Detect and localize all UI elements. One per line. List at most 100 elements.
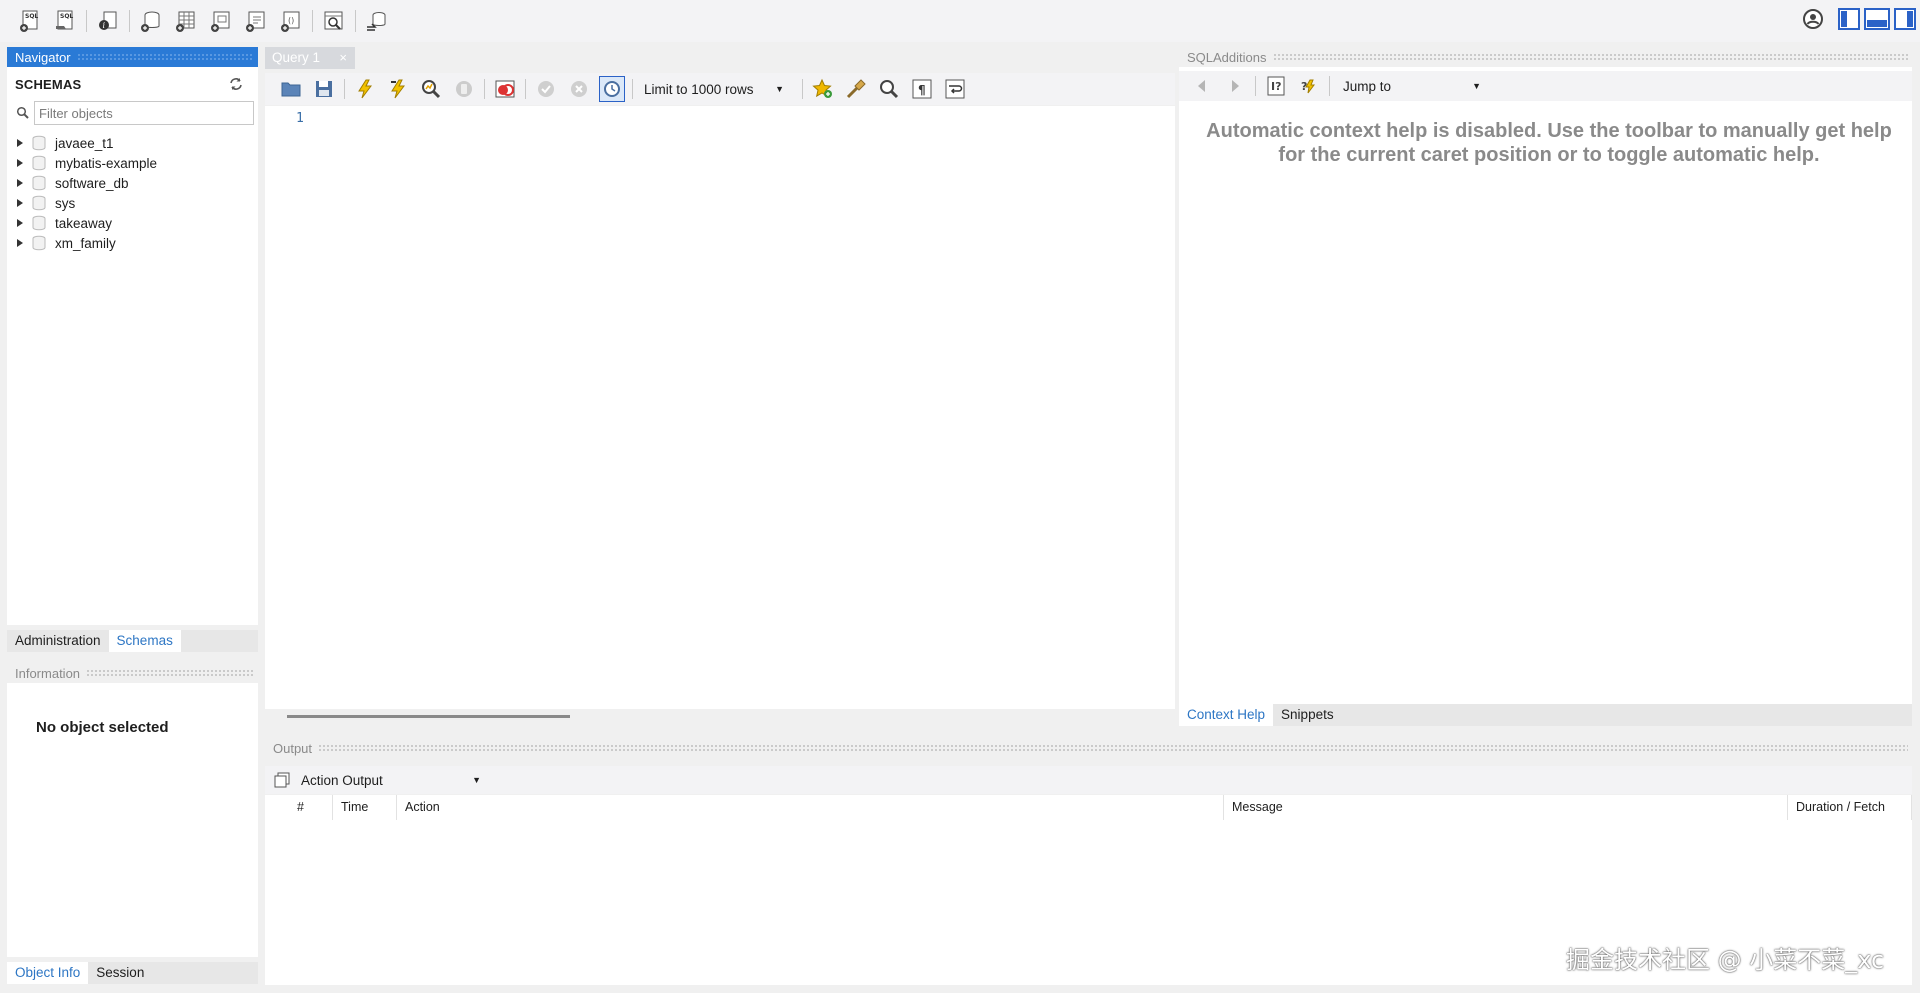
schema-item[interactable]: sys <box>7 193 75 213</box>
database-icon <box>32 175 46 191</box>
jump-to-select[interactable]: Jump to ▼ <box>1337 74 1487 98</box>
copy-icon[interactable] <box>273 771 291 789</box>
toggle-continue-on-error-icon[interactable] <box>492 76 518 102</box>
svg-text:I?: I? <box>1271 80 1281 93</box>
commit-icon[interactable] <box>533 76 559 102</box>
forward-arrow-icon[interactable] <box>1222 73 1248 99</box>
create-view-icon[interactable] <box>207 7 235 35</box>
word-wrap-icon[interactable] <box>942 76 968 102</box>
open-file-icon[interactable] <box>278 76 304 102</box>
toolbar-separator <box>1329 76 1330 96</box>
header-grip <box>1272 53 1908 61</box>
header-grip <box>318 744 1908 752</box>
output-title: Output <box>273 740 313 756</box>
tab-session[interactable]: Session <box>88 962 152 984</box>
svg-text:i: i <box>103 21 106 30</box>
expand-arrow-icon[interactable] <box>15 158 25 168</box>
rollback-icon[interactable] <box>566 76 592 102</box>
column-header-action[interactable]: Action <box>397 795 1224 820</box>
schema-item[interactable]: xm_family <box>7 233 116 253</box>
header-grip <box>86 669 254 677</box>
database-icon <box>32 135 46 151</box>
tab-schemas[interactable]: Schemas <box>108 630 181 652</box>
tab-context-help[interactable]: Context Help <box>1179 704 1274 726</box>
schema-item[interactable]: mybatis-example <box>7 153 157 173</box>
back-arrow-icon[interactable] <box>1189 73 1215 99</box>
toggle-secondary-sidebar-button[interactable] <box>1894 8 1916 30</box>
column-header-duration[interactable]: Duration / Fetch <box>1787 795 1912 820</box>
information-title: Information <box>15 665 81 681</box>
toolbar-separator <box>632 79 633 99</box>
tab-snippets[interactable]: Snippets <box>1273 704 1342 726</box>
new-sql-tab-icon[interactable]: SQL <box>16 7 44 35</box>
limit-rows-select[interactable]: Limit to 1000 rows ▼ <box>640 77 792 101</box>
schema-name: software_db <box>55 175 129 191</box>
toolbar-separator <box>525 79 526 99</box>
close-tab-icon[interactable]: × <box>339 47 347 69</box>
schema-name: mybatis-example <box>55 155 158 171</box>
toolbar-separator <box>312 10 313 32</box>
toggle-output-button[interactable] <box>1864 8 1890 30</box>
sql-editor[interactable]: 1 <box>265 106 1175 709</box>
navigator-tabs: Administration Schemas <box>7 630 258 652</box>
stop-icon[interactable] <box>451 76 477 102</box>
account-icon[interactable] <box>1802 8 1824 30</box>
open-sql-script-icon[interactable]: SQL <box>51 7 79 35</box>
header-grip <box>76 53 254 61</box>
toolbar-separator <box>344 79 345 99</box>
tab-query-1[interactable]: Query 1 × <box>265 47 355 69</box>
sql-additions-title: SQLAdditions <box>1187 49 1267 65</box>
editor-horizontal-scrollbar[interactable] <box>287 715 570 718</box>
database-icon <box>32 195 46 211</box>
main-toolbar: SQL SQL i () <box>0 0 1920 42</box>
tab-administration[interactable]: Administration <box>7 630 109 652</box>
expand-arrow-icon[interactable] <box>15 138 25 148</box>
schema-item[interactable]: javaee_t1 <box>7 133 114 153</box>
execute-current-statement-icon[interactable] <box>385 76 411 102</box>
no-object-message: No object selected <box>36 719 169 736</box>
create-table-icon[interactable] <box>172 7 200 35</box>
create-function-icon[interactable]: () <box>277 7 305 35</box>
save-icon[interactable] <box>311 76 337 102</box>
sql-additions-toolbar: I? ? Jump to ▼ <box>1179 71 1912 101</box>
sql-additions-panel: SQLAdditions I? ? Jump to ▼ Automatic co… <box>1179 47 1912 704</box>
find-icon[interactable] <box>876 76 902 102</box>
toolbar-separator <box>1255 76 1256 96</box>
create-procedure-icon[interactable] <box>242 7 270 35</box>
search-icon <box>16 106 29 119</box>
schema-item[interactable]: takeaway <box>7 213 112 233</box>
add-snippet-icon[interactable] <box>810 76 836 102</box>
search-table-data-icon[interactable] <box>320 7 348 35</box>
filter-objects-input[interactable] <box>34 101 254 125</box>
expand-arrow-icon[interactable] <box>15 238 25 248</box>
output-type-select[interactable]: Action Output ▼ <box>301 768 491 792</box>
refresh-icon[interactable] <box>228 76 244 92</box>
svg-text:SQL: SQL <box>25 13 38 20</box>
schema-name: xm_family <box>55 235 116 251</box>
expand-arrow-icon[interactable] <box>15 178 25 188</box>
svg-text:(): () <box>288 16 294 25</box>
jump-to-label: Jump to <box>1343 78 1392 94</box>
invisible-chars-icon[interactable]: ¶ <box>909 76 935 102</box>
column-header-time[interactable]: Time <box>333 795 397 820</box>
create-schema-icon[interactable] <box>137 7 165 35</box>
reconnect-icon[interactable] <box>363 7 391 35</box>
toggle-sidebar-button[interactable] <box>1838 8 1860 30</box>
tab-object-info[interactable]: Object Info <box>7 962 89 984</box>
navigator-title: Navigator <box>15 49 71 65</box>
explain-icon[interactable] <box>418 76 444 102</box>
toolbar-separator <box>355 10 356 32</box>
inspector-icon[interactable]: i <box>94 7 122 35</box>
expand-arrow-icon[interactable] <box>15 218 25 228</box>
expand-arrow-icon[interactable] <box>15 198 25 208</box>
execute-icon[interactable] <box>352 76 378 102</box>
manual-help-icon[interactable]: I? <box>1263 73 1289 99</box>
database-icon <box>32 215 46 231</box>
output-type-label: Action Output <box>301 772 383 788</box>
autocommit-toggle-icon[interactable] <box>599 76 625 102</box>
beautify-icon[interactable] <box>843 76 869 102</box>
auto-help-toggle-icon[interactable]: ? <box>1296 73 1322 99</box>
column-header-number[interactable]: # <box>289 795 333 820</box>
schema-item[interactable]: software_db <box>7 173 129 193</box>
schema-name: takeaway <box>55 215 113 231</box>
